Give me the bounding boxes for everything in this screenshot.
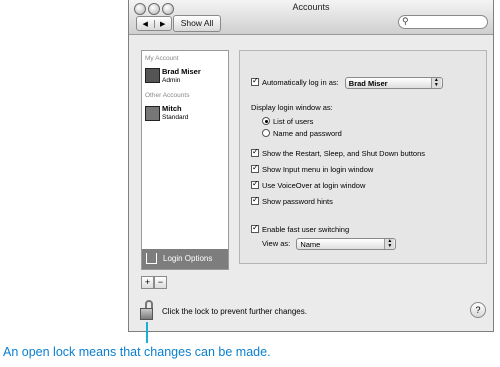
checkbox-label: Show Input menu in login window <box>262 165 374 174</box>
callout-text: An open lock means that changes can be m… <box>3 345 271 359</box>
checkbox[interactable] <box>251 179 259 189</box>
password-hints-option[interactable]: Show password hints <box>251 195 333 206</box>
view-as-value: Name <box>300 240 321 249</box>
checkbox[interactable] <box>251 223 259 233</box>
checkbox-label: Show the Restart, Sleep, and Shut Down b… <box>262 149 426 158</box>
accounts-window: Accounts ◀ ▶ Show All ⚲ My Account Brad … <box>128 0 494 332</box>
radio-button[interactable] <box>262 129 270 137</box>
radio-name-and-password[interactable]: Name and password <box>262 129 342 138</box>
other-accounts-heading: Other Accounts <box>145 92 190 99</box>
account-item-mitch[interactable]: Mitch Standard <box>162 104 188 122</box>
auto-login-user-select[interactable]: Brad Miser ▲ ▼ <box>344 77 443 89</box>
account-role: Admin <box>162 77 181 84</box>
input-menu-option[interactable]: Show Input menu in login window <box>251 163 374 174</box>
house-icon <box>146 253 157 264</box>
radio-label: Name and password <box>273 129 342 138</box>
avatar <box>145 106 160 121</box>
checkbox-label: Enable fast user switching <box>262 225 350 234</box>
view-as-label: View as: <box>262 238 291 248</box>
accounts-sidebar: My Account Brad Miser Admin Other Accoun… <box>141 50 229 270</box>
checkbox-label: Show password hints <box>262 197 333 206</box>
checkbox[interactable] <box>251 163 259 173</box>
remove-account-button[interactable]: − <box>154 276 167 289</box>
view-as-row: View as: Name ▲ ▼ <box>262 238 397 250</box>
window-title: Accounts <box>292 2 330 12</box>
callout-line <box>146 322 148 343</box>
back-button[interactable]: ◀ <box>137 19 155 28</box>
radio-label: List of users <box>273 117 314 126</box>
title-bar: Accounts ◀ ▶ Show All ⚲ <box>129 0 493 35</box>
lock-icon[interactable] <box>140 300 154 320</box>
account-name: Brad Miser <box>162 67 201 76</box>
avatar <box>145 68 160 83</box>
login-options-panel: Automatically log in as: Brad Miser ▲▼ D… <box>239 50 487 264</box>
fast-user-switching-option[interactable]: Enable fast user switching <box>251 223 350 234</box>
radio-button[interactable] <box>262 117 270 125</box>
voiceover-option[interactable]: Use VoiceOver at login window <box>251 179 366 190</box>
login-options-label: Login Options <box>163 254 213 263</box>
auto-login-label: Automatically log in as: <box>262 77 339 87</box>
display-heading: Display login window as: <box>251 103 333 112</box>
my-account-heading: My Account <box>145 55 179 62</box>
forward-button[interactable]: ▶ <box>155 20 172 28</box>
login-options-item[interactable]: Login Options <box>142 249 228 269</box>
account-role: Standard <box>162 114 189 121</box>
checkbox[interactable] <box>251 195 259 205</box>
account-name: Mitch <box>162 104 182 113</box>
search-icon: ⚲ <box>402 16 409 26</box>
popup-arrows-icon: ▲ ▼ <box>384 239 395 249</box>
checkbox-label: Use VoiceOver at login window <box>262 181 366 190</box>
show-all-button[interactable]: Show All <box>173 15 221 32</box>
auto-login-user-value: Brad Miser <box>348 79 388 88</box>
auto-login-row: Automatically log in as: Brad Miser ▲▼ <box>251 76 443 89</box>
account-item-brad[interactable]: Brad Miser Admin <box>162 67 201 85</box>
popup-arrows-icon: ▲ ▼ <box>430 78 441 88</box>
help-button[interactable]: ? <box>470 302 486 318</box>
lock-message: Click the lock to prevent further change… <box>162 307 307 316</box>
search-input[interactable]: ⚲ <box>398 15 488 29</box>
nav-buttons: ◀ ▶ <box>136 16 172 31</box>
restart-buttons-option[interactable]: Show the Restart, Sleep, and Shut Down b… <box>251 147 426 158</box>
add-account-button[interactable]: + <box>141 276 154 289</box>
radio-list-of-users[interactable]: List of users <box>262 117 313 126</box>
lock-body <box>140 308 153 320</box>
view-as-select[interactable]: Name ▲ ▼ <box>296 238 397 250</box>
auto-login-checkbox[interactable] <box>251 76 259 86</box>
checkbox[interactable] <box>251 147 259 157</box>
